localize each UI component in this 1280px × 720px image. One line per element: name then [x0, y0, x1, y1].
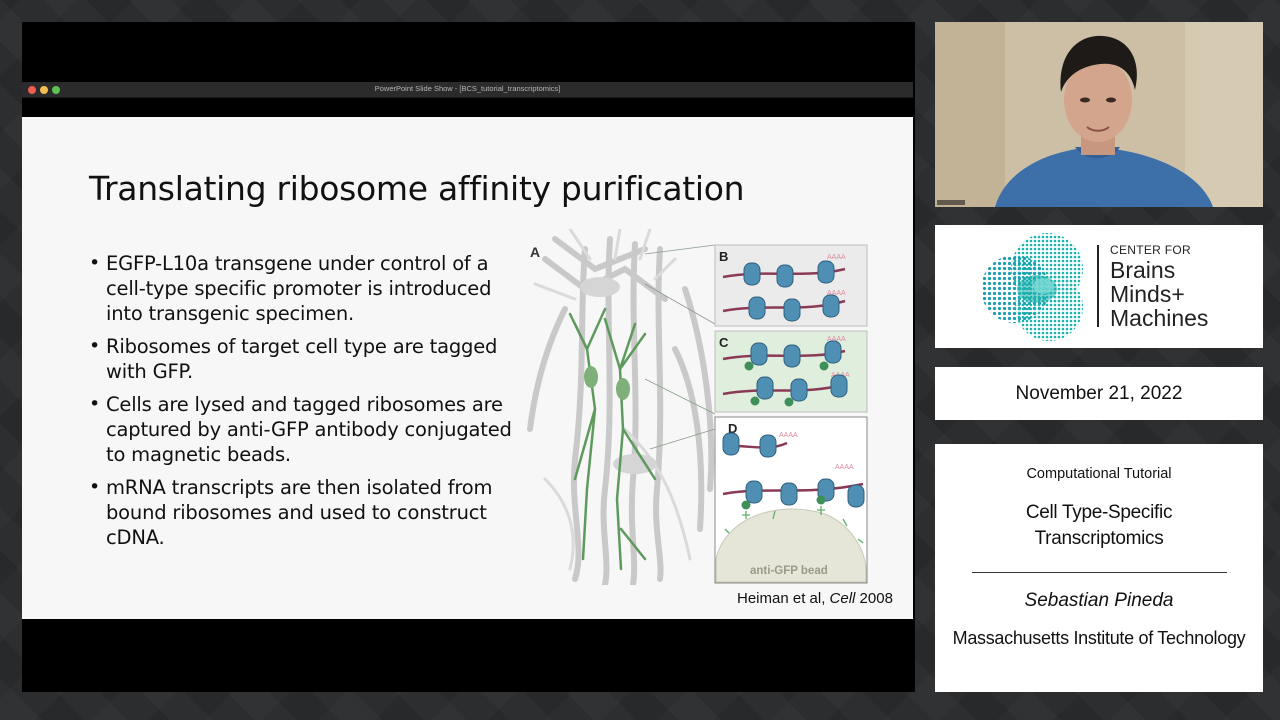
panel-c: C AAAA AAAA [714, 330, 868, 413]
logo-text-brains: Brains [1110, 257, 1176, 283]
tutorial-info-panel: Computational Tutorial Cell Type-Specifi… [935, 444, 1263, 692]
bead-label: anti-GFP bead [750, 565, 828, 577]
cbmm-logo-panel: CENTER FOR Brains Minds+ Machines [935, 225, 1263, 348]
window-titlebar[interactable]: PowerPoint Slide Show - [BCS_tutorial_tr… [22, 82, 913, 98]
presentation-slide[interactable]: Translating ribosome affinity purificati… [22, 117, 913, 619]
neuron-illustration: A [527, 229, 715, 585]
tutorial-title: Cell Type-Specific Transcriptomics [935, 500, 1263, 552]
bullet-item: Ribosomes of target cell type are tagged… [89, 334, 520, 384]
tutorial-title-line1: Cell Type-Specific [1025, 502, 1173, 523]
bullet-item: Cells are lysed and tagged ribosomes are… [89, 392, 520, 467]
poly-a-tail: AAAA [827, 254, 846, 261]
panel-b-label: B [719, 249, 728, 264]
logo-divider [1097, 245, 1099, 327]
citation: Heiman et al, Cell 2008 [737, 590, 893, 607]
poly-a-tail: AAAA [835, 464, 854, 471]
poly-a-tail: AAAA [779, 432, 798, 439]
logo-text-minds: Minds+ [1110, 281, 1185, 307]
logo-text-center-for: CENTER FOR [1110, 243, 1191, 257]
logo-text-machines: Machines [1110, 305, 1209, 331]
speaker-name: Sebastian Pineda [1024, 590, 1174, 611]
tutorial-kicker: Computational Tutorial [1026, 466, 1172, 482]
trap-figure: A B AAAA AAAA C AAAA D AAAA AAAA anti-GF… [527, 229, 868, 585]
speaker-webcam [935, 22, 1263, 207]
slide-title: Translating ribosome affinity purificati… [89, 169, 745, 208]
panel-d: D AAAA AAAA anti-GFP bead [714, 416, 868, 584]
speaker-video-frame [935, 22, 1263, 207]
bullet-item: EGFP-L10a transgene under control of a c… [89, 251, 520, 326]
panel-c-label: C [719, 335, 729, 350]
bullet-list: EGFP-L10a transgene under control of a c… [89, 251, 520, 558]
shared-screen: PowerPoint Slide Show - [BCS_tutorial_tr… [22, 22, 915, 692]
speaker-institution: Massachusetts Institute of Technology [952, 628, 1246, 648]
panel-a-label: A [530, 244, 540, 260]
panel-b: B AAAA AAAA [714, 244, 868, 327]
bullet-item: mRNA transcripts are then isolated from … [89, 475, 520, 550]
divider [972, 572, 1227, 573]
tutorial-title-line2: Transcriptomics [1034, 528, 1164, 549]
date-panel: November 21, 2022 [935, 367, 1263, 420]
window-title: PowerPoint Slide Show - [BCS_tutorial_tr… [374, 84, 561, 93]
event-date: November 21, 2022 [1015, 382, 1183, 404]
cbmm-brain-logo-icon [981, 233, 1083, 341]
